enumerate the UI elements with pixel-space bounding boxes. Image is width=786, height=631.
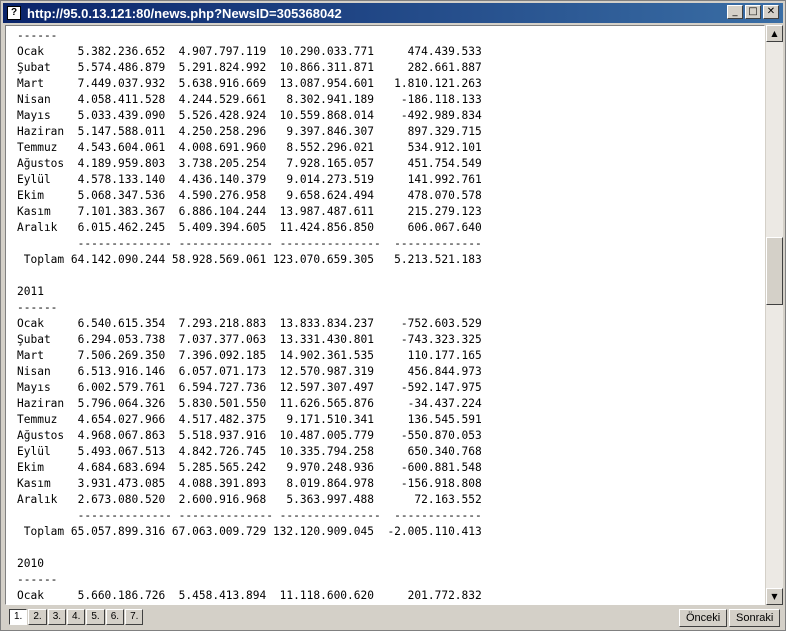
document-content: ------ Ocak 5.382.236.652 4.907.797.119 1… <box>5 25 765 605</box>
report-line <box>17 540 482 556</box>
scroll-thumb[interactable] <box>766 237 783 305</box>
help-icon: ? <box>7 6 21 20</box>
report-line: Toplam 65.057.899.316 67.063.009.729 132… <box>17 525 482 538</box>
report-line: Toplam 64.142.090.244 58.928.569.061 123… <box>17 253 482 266</box>
close-button[interactable]: ✕ <box>763 5 779 19</box>
report-line: Mart 7.449.037.932 5.638.916.669 13.087.… <box>17 77 482 90</box>
page-tab-5[interactable]: 5. <box>86 609 105 625</box>
maximize-button[interactable]: □ <box>745 5 761 19</box>
page-tabs: 1. 2. 3. 4. 5. 6. 7. <box>9 609 144 625</box>
report-line: ------ <box>17 301 58 314</box>
trade-report-text: ------ Ocak 5.382.236.652 4.907.797.119 1… <box>17 28 482 604</box>
report-line: 2010 <box>17 557 44 570</box>
report-line: Temmuz 4.654.027.966 4.517.482.375 9.171… <box>17 413 482 426</box>
page-tab-6[interactable]: 6. <box>105 609 125 625</box>
report-line: Nisan 4.058.411.528 4.244.529.661 8.302.… <box>17 93 482 106</box>
report-line: -------------- -------------- ----------… <box>17 509 482 522</box>
scroll-down-arrow-icon[interactable]: ▼ <box>766 588 783 605</box>
report-line: Kasım 3.931.473.085 4.088.391.893 8.019.… <box>17 477 482 490</box>
pagination-bar: 1. 2. 3. 4. 5. 6. 7. Önceki Sonraki <box>5 607 783 629</box>
page-tab-3[interactable]: 3. <box>47 609 67 625</box>
report-line: Ocak 5.660.186.726 5.458.413.894 11.118.… <box>17 589 482 602</box>
report-line: Eylül 5.493.067.513 4.842.726.745 10.335… <box>17 445 482 458</box>
title-bar: ? http://95.0.13.121:80/news.php?NewsID=… <box>3 3 783 23</box>
report-line: Ocak 5.382.236.652 4.907.797.119 10.290.… <box>17 45 482 58</box>
report-line: Eylül 4.578.133.140 4.436.140.379 9.014.… <box>17 173 482 186</box>
vertical-scrollbar[interactable]: ▲ ▼ <box>766 25 783 605</box>
report-line: Aralık 6.015.462.245 5.409.394.605 11.42… <box>17 221 482 234</box>
report-line: Mayıs 5.033.439.090 5.526.428.924 10.559… <box>17 109 482 122</box>
report-line: Mayıs 6.002.579.761 6.594.727.736 12.597… <box>17 381 482 394</box>
report-line: Aralık 2.673.080.520 2.600.916.968 5.363… <box>17 493 482 506</box>
report-line: Ocak 6.540.615.354 7.293.218.883 13.833.… <box>17 317 482 330</box>
report-line: Haziran 5.796.064.326 5.830.501.550 11.6… <box>17 397 482 410</box>
report-line: ------ <box>17 29 58 42</box>
report-line: Şubat 6.294.053.738 7.037.377.063 13.331… <box>17 333 482 346</box>
report-line: Ağustos 4.189.959.803 3.738.205.254 7.92… <box>17 157 482 170</box>
report-line: Haziran 5.147.588.011 4.250.258.296 9.39… <box>17 125 482 138</box>
report-line: Ağustos 4.968.067.863 5.518.937.916 10.4… <box>17 429 482 442</box>
report-line: Temmuz 4.543.604.061 4.008.691.960 8.552… <box>17 141 482 154</box>
report-line: ------ <box>17 573 58 586</box>
page-tab-4[interactable]: 4. <box>67 609 86 625</box>
report-line: Nisan 6.513.916.146 6.057.071.173 12.570… <box>17 365 482 378</box>
minimize-button[interactable]: _ <box>727 5 743 19</box>
page-tab-1[interactable]: 1. <box>9 609 28 625</box>
window-controls: _ □ ✕ <box>727 5 779 19</box>
browser-window: ? http://95.0.13.121:80/news.php?NewsID=… <box>0 0 786 631</box>
report-line: Ekim 4.684.683.694 5.285.565.242 9.970.2… <box>17 461 482 474</box>
report-line: Ekim 5.068.347.536 4.590.276.958 9.658.6… <box>17 189 482 202</box>
report-line: Mart 7.506.269.350 7.396.092.185 14.902.… <box>17 349 482 362</box>
report-line: 2011 <box>17 285 44 298</box>
scroll-up-arrow-icon[interactable]: ▲ <box>766 25 783 42</box>
page-tab-2[interactable]: 2. <box>28 609 47 625</box>
previous-button[interactable]: Önceki <box>679 609 728 627</box>
report-line: Kasım 7.101.383.367 6.886.104.244 13.987… <box>17 205 482 218</box>
report-line: -------------- -------------- ----------… <box>17 237 482 250</box>
page-tab-7[interactable]: 7. <box>125 609 144 625</box>
window-title: http://95.0.13.121:80/news.php?NewsID=30… <box>27 5 342 21</box>
report-line: Şubat 5.574.486.879 5.291.824.992 10.866… <box>17 61 482 74</box>
report-line <box>17 268 482 284</box>
next-button[interactable]: Sonraki <box>729 609 781 627</box>
